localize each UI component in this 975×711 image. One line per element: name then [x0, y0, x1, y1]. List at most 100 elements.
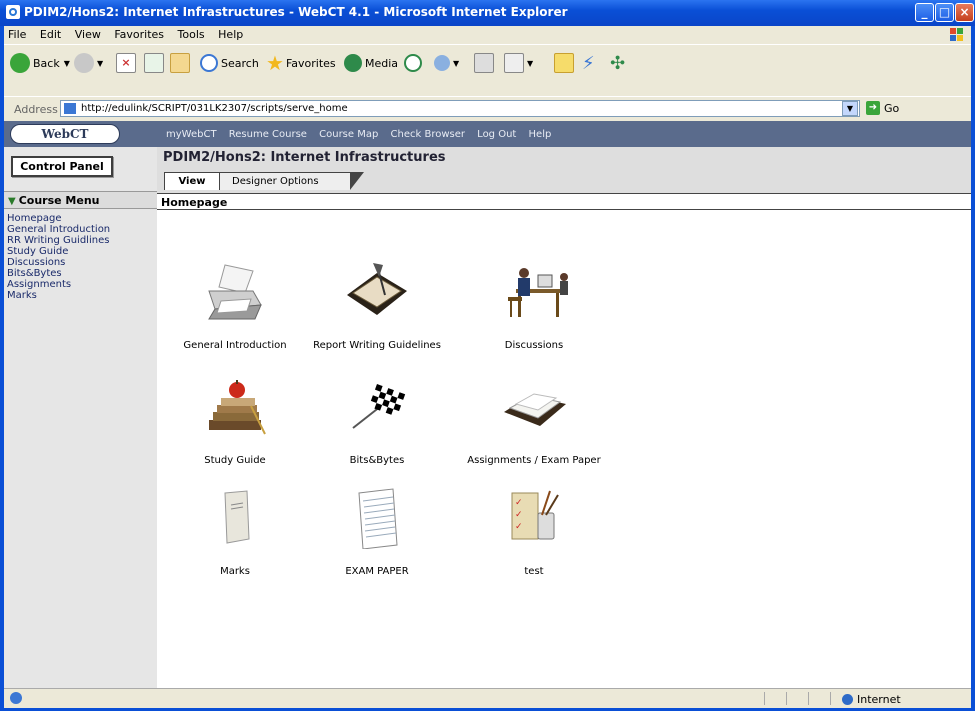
printer-icon	[474, 53, 494, 73]
close-button[interactable]: ×	[955, 3, 974, 22]
home-button[interactable]	[170, 51, 190, 75]
tool-bits-and-bytes[interactable]: Bits&Bytes	[302, 376, 452, 466]
history-button[interactable]	[404, 51, 425, 75]
menu-file[interactable]: File	[4, 26, 32, 41]
nav-course-map[interactable]: Course Map	[319, 129, 378, 140]
webct-logo[interactable]: WebCT	[10, 124, 120, 144]
media-button[interactable]: Media	[344, 51, 398, 75]
webct-nav-bar: WebCT myWebCT Resume Course Course Map C…	[4, 121, 971, 147]
control-panel-button[interactable]: Control Panel	[11, 156, 113, 177]
research-icon: ✣	[610, 52, 626, 74]
page-label: Homepage	[157, 193, 971, 210]
go-arrow-icon: ➜	[866, 101, 880, 115]
menu-tools[interactable]: Tools	[174, 26, 211, 41]
page-done-icon	[10, 692, 22, 704]
nav-resume-course[interactable]: Resume Course	[229, 129, 307, 140]
tool-report-writing-guidelines[interactable]: Report Writing Guidelines	[302, 261, 452, 351]
printer-paper-icon	[208, 264, 262, 320]
tab-designer-options[interactable]: Designer Options	[220, 172, 364, 190]
lined-paper-icon	[358, 488, 398, 550]
svg-text:✓: ✓	[515, 510, 523, 520]
nav-check-browser[interactable]: Check Browser	[391, 129, 465, 140]
edit-icon	[504, 53, 524, 73]
print-button[interactable]	[474, 51, 494, 75]
nav-mywebct[interactable]: myWebCT	[166, 129, 217, 140]
books-apple-icon	[209, 380, 266, 435]
edit-button[interactable]: ▼	[504, 51, 533, 75]
tool-general-introduction[interactable]: General Introduction	[160, 261, 310, 351]
tool-study-guide[interactable]: Study Guide	[160, 376, 310, 466]
tool-label: Assignments / Exam Paper	[467, 455, 601, 466]
tool-label: Marks	[220, 566, 250, 577]
course-menu-item[interactable]: Bits&Bytes	[7, 268, 110, 279]
mail-icon	[434, 55, 450, 71]
refresh-button[interactable]	[144, 51, 164, 75]
search-button[interactable]: Search	[200, 51, 259, 75]
menu-help[interactable]: Help	[214, 26, 249, 41]
media-icon	[344, 54, 362, 72]
tool-exam-paper[interactable]: EXAM PAPER	[302, 487, 452, 577]
tool-label: test	[524, 566, 544, 577]
back-arrow-icon	[10, 53, 30, 73]
tool-discussions[interactable]: Discussions	[459, 261, 609, 351]
window-title: PDIM2/Hons2: Internet Infrastructures - …	[24, 5, 568, 19]
address-dropdown[interactable]: ▼	[842, 101, 858, 116]
address-input[interactable]: http://edulink/SCRIPT/031LK2307/scripts/…	[60, 100, 860, 117]
messenger-button[interactable]: ⚡	[582, 51, 595, 75]
course-menu-item[interactable]: Assignments	[7, 279, 110, 290]
course-header: PDIM2/Hons2: Internet Infrastructures Vi…	[157, 147, 971, 193]
ie-icon	[6, 5, 20, 19]
tool-test[interactable]: ✓ ✓ ✓ test	[459, 487, 609, 577]
standard-toolbar: Back ▼ ▼ × Search ★ Favorites Media ▼ ▼ …	[4, 44, 971, 97]
folder-icon	[554, 53, 574, 73]
folder-button[interactable]	[554, 51, 574, 75]
windows-flag-icon	[950, 28, 963, 41]
svg-text:✓: ✓	[515, 498, 523, 508]
page-icon	[64, 103, 76, 114]
minimize-button[interactable]: _	[915, 3, 934, 22]
course-menu-item[interactable]: Marks	[7, 290, 110, 301]
course-menu-item[interactable]: Study Guide	[7, 246, 110, 257]
course-menu-header[interactable]: ▼ Course Menu	[4, 191, 157, 209]
address-label: Address	[14, 103, 58, 116]
forward-button[interactable]: ▼	[74, 51, 103, 75]
maximize-button[interactable]: □	[935, 3, 954, 22]
home-icon	[170, 53, 190, 73]
page-content: WebCT myWebCT Resume Course Course Map C…	[4, 121, 971, 688]
research-button[interactable]: ✣	[610, 51, 625, 75]
nav-help[interactable]: Help	[529, 129, 552, 140]
browser-window: PDIM2/Hons2: Internet Infrastructures - …	[0, 0, 975, 711]
course-menu-item[interactable]: General Introduction	[7, 224, 110, 235]
checklist-pencils-icon: ✓ ✓ ✓	[511, 490, 559, 540]
stop-button[interactable]: ×	[116, 51, 136, 75]
tool-label: Bits&Bytes	[349, 455, 405, 466]
tab-view[interactable]: View	[164, 172, 220, 190]
favorites-button[interactable]: ★ Favorites	[266, 51, 336, 75]
back-button[interactable]: Back ▼	[10, 51, 70, 75]
tool-assignments-exam-paper[interactable]: Assignments / Exam Paper	[459, 376, 609, 466]
go-button[interactable]: ➜ Go	[866, 101, 899, 115]
tool-label: EXAM PAPER	[345, 566, 409, 577]
webct-nav-links: myWebCT Resume Course Course Map Check B…	[166, 129, 560, 140]
triangle-down-icon: ▼	[8, 196, 16, 207]
address-url: http://edulink/SCRIPT/031LK2307/scripts/…	[81, 103, 348, 114]
tool-label: General Introduction	[183, 340, 287, 351]
tool-marks[interactable]: Marks	[160, 487, 310, 577]
nav-log-out[interactable]: Log Out	[477, 129, 516, 140]
menu-edit[interactable]: Edit	[36, 26, 67, 41]
menu-view[interactable]: View	[71, 26, 107, 41]
people-at-desk-icon	[508, 268, 568, 317]
star-icon: ★	[266, 51, 284, 75]
course-menu-item[interactable]: Discussions	[7, 257, 110, 268]
address-bar: Address http://edulink/SCRIPT/031LK2307/…	[4, 96, 971, 121]
tool-label: Discussions	[504, 340, 564, 351]
mail-button[interactable]: ▼	[434, 51, 459, 75]
course-menu-item[interactable]: RR Writing Guidlines	[7, 235, 110, 246]
booklet-icon	[224, 490, 250, 544]
menu-favorites[interactable]: Favorites	[110, 26, 170, 41]
security-zone: Internet	[842, 693, 901, 706]
course-menu-item[interactable]: Homepage	[7, 213, 110, 224]
svg-text:✓: ✓	[515, 522, 523, 532]
course-title: PDIM2/Hons2: Internet Infrastructures	[163, 150, 446, 165]
tool-label: Report Writing Guidelines	[313, 340, 441, 351]
